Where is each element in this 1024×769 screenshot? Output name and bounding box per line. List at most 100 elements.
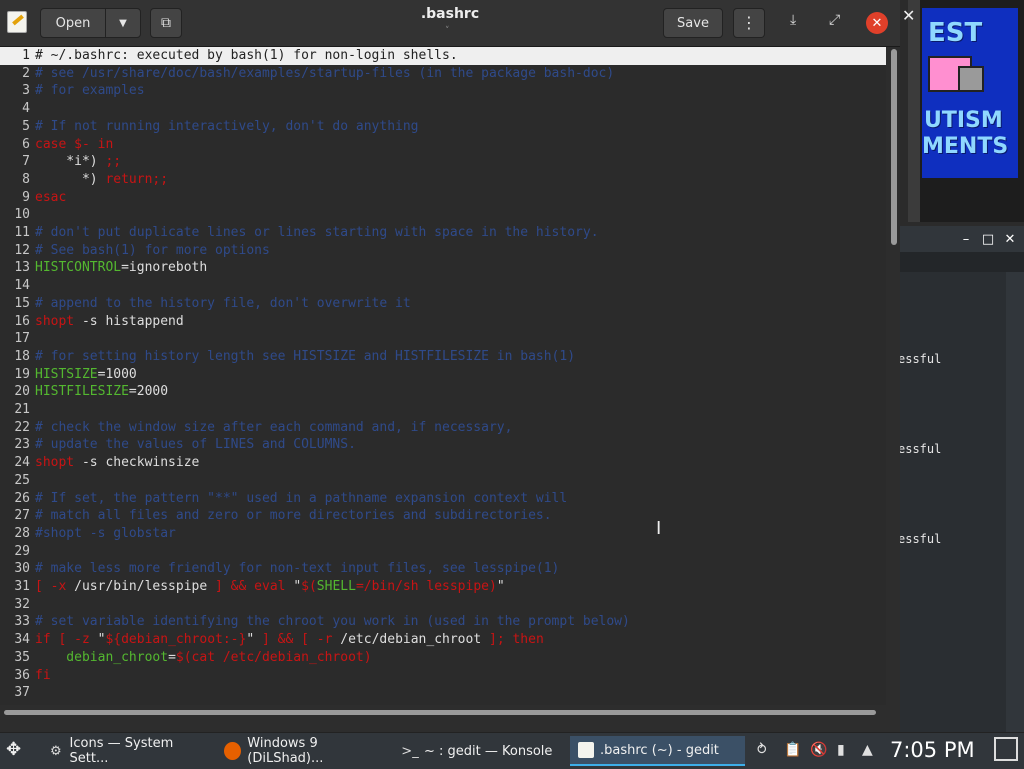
line-number: 13 bbox=[14, 260, 30, 276]
minimize-icon[interactable]: – bbox=[958, 232, 974, 247]
code-token: # match all files and zero or more direc… bbox=[35, 508, 552, 524]
code-line[interactable]: 16 shopt -s histappend bbox=[0, 313, 886, 331]
code-line[interactable]: 24 shopt -s checkwinsize bbox=[0, 454, 886, 472]
code-line[interactable]: 12 # See bash(1) for more options bbox=[0, 242, 886, 260]
open-button[interactable]: Open bbox=[40, 8, 106, 38]
code-line[interactable]: 22 # check the window size after each com… bbox=[0, 419, 886, 437]
line-number: 15 bbox=[14, 295, 30, 311]
code-line[interactable]: 9 esac bbox=[0, 189, 886, 207]
code-token: -s histappend bbox=[74, 313, 184, 329]
line-number: 37 bbox=[14, 685, 30, 701]
code-token: # check the window size after each comma… bbox=[35, 419, 513, 435]
scrollbar-thumb[interactable] bbox=[4, 710, 876, 715]
code-line[interactable]: 5 # If not running interactively, don't d… bbox=[0, 118, 886, 136]
code-line[interactable]: 19 HISTSIZE=1000 bbox=[0, 366, 886, 384]
close-button[interactable]: ✕ bbox=[866, 12, 888, 34]
line-number: 2 bbox=[22, 65, 30, 81]
clock[interactable]: 7:05 PM bbox=[890, 738, 975, 762]
line-number: 9 bbox=[22, 189, 30, 205]
firefox-icon bbox=[224, 742, 242, 760]
menu-button[interactable]: ⋮ bbox=[733, 8, 765, 38]
code-line[interactable]: 10 bbox=[0, 206, 886, 224]
code-line[interactable]: 34 if [ -z "${debian_chroot:-}" ] && [ -r… bbox=[0, 631, 886, 649]
code-line[interactable]: 36 fi bbox=[0, 667, 886, 685]
tray-expand-icon[interactable]: ▲ bbox=[862, 742, 873, 758]
code-token: [ -x bbox=[35, 579, 67, 594]
volume-muted-icon[interactable]: 🔇 bbox=[810, 742, 827, 758]
code-line[interactable]: 3 # for examples bbox=[0, 82, 886, 100]
code-line[interactable]: 28 #shopt -s globstar bbox=[0, 525, 886, 543]
clipboard-icon[interactable]: 📋 bbox=[784, 742, 801, 758]
keep-below-icon[interactable]: ⤓ bbox=[790, 12, 796, 28]
code-line[interactable]: 32 bbox=[0, 596, 886, 614]
code-line[interactable]: 6 case $- in bbox=[0, 136, 886, 154]
code-line[interactable]: 33 # set variable identifying the chroot … bbox=[0, 613, 886, 631]
window-title: .bashrc bbox=[420, 6, 480, 22]
code-line[interactable]: 25 bbox=[0, 472, 886, 490]
headerbar: Open ▼ ⧉ .bashrc ˅ Save ⋮ ⤓ ⤢ ✕ bbox=[0, 0, 900, 47]
code-line[interactable]: 37 bbox=[0, 684, 886, 702]
line-number: 4 bbox=[22, 101, 30, 117]
line-number: 18 bbox=[14, 348, 30, 364]
code-line[interactable]: 13 HISTCONTROL=ignoreboth bbox=[0, 259, 886, 277]
code-line[interactable]: 11 # don't put duplicate lines or lines s… bbox=[0, 224, 886, 242]
subtitle-dropdown-icon[interactable]: ˅ bbox=[445, 26, 450, 36]
code-line[interactable]: 20 HISTFILESIZE=2000 bbox=[0, 383, 886, 401]
code-line[interactable]: 2 # see /usr/share/doc/bash/examples/star… bbox=[0, 65, 886, 83]
line-number: 1 bbox=[22, 48, 30, 63]
konsole-window-background: – □ ✕ essful essful essful bbox=[898, 226, 1024, 732]
code-line[interactable]: 30 # make less more friendly for non-text… bbox=[0, 560, 886, 578]
code-line[interactable]: 14 bbox=[0, 277, 886, 295]
chevron-down-icon: ▼ bbox=[119, 17, 127, 29]
konsole-scrollbar[interactable] bbox=[1006, 272, 1024, 732]
code-token: ] && eval bbox=[215, 579, 294, 594]
code-line[interactable]: 18 # for setting history length see HISTS… bbox=[0, 348, 886, 366]
line-number: 33 bbox=[14, 614, 30, 630]
code-line[interactable]: 21 bbox=[0, 401, 886, 419]
scrollbar-thumb[interactable] bbox=[891, 49, 897, 245]
code-line[interactable]: 4 bbox=[0, 100, 886, 118]
code-line[interactable]: 26 # If set, the pattern "**" used in a p… bbox=[0, 490, 886, 508]
code-line[interactable]: 29 bbox=[0, 543, 886, 561]
code-token: $( bbox=[301, 579, 317, 594]
line-number: 24 bbox=[14, 455, 30, 471]
line-number: 7 bbox=[22, 154, 30, 170]
line-number: 34 bbox=[14, 632, 30, 648]
battery-icon[interactable]: ▮ bbox=[837, 742, 845, 758]
open-dropdown-button[interactable]: ▼ bbox=[105, 8, 141, 38]
save-button[interactable]: Save bbox=[663, 8, 723, 38]
show-desktop-icon[interactable] bbox=[994, 737, 1018, 761]
outer-close-icon[interactable]: ✕ bbox=[902, 6, 915, 25]
code-line[interactable]: 15 # append to the history file, don't ov… bbox=[0, 295, 886, 313]
code-line[interactable]: 7 *i*) ;; bbox=[0, 153, 886, 171]
text-editor[interactable]: 1 # ~/.bashrc: executed by bash(1) for no… bbox=[0, 47, 886, 705]
maximize-icon[interactable]: □ bbox=[980, 232, 996, 247]
code-line[interactable]: 1 # ~/.bashrc: executed by bash(1) for no… bbox=[0, 47, 886, 65]
task-label: ~ : gedit — Konsole bbox=[424, 743, 553, 759]
code-token: if [ -z bbox=[35, 632, 98, 648]
code-line[interactable]: 31[ -x /usr/bin/lesspipe ] && eval "$(SH… bbox=[0, 578, 886, 596]
maximize-icon[interactable]: ⤢ bbox=[829, 12, 840, 28]
network-icon[interactable]: ⥁ bbox=[757, 742, 767, 758]
code-token: SHELL bbox=[316, 579, 356, 594]
app-launcher-icon[interactable]: ✥ bbox=[6, 739, 21, 760]
code-line[interactable]: 17 bbox=[0, 330, 886, 348]
task-system-settings[interactable]: ⚙ Icons — System Sett... bbox=[40, 736, 212, 766]
code-token: =2000 bbox=[128, 384, 169, 400]
text-cursor-icon: I bbox=[656, 518, 662, 539]
konsole-content: essful essful essful bbox=[898, 272, 1006, 732]
terminal-icon: >_ bbox=[401, 743, 419, 759]
code-line[interactable]: 8 *) return;; bbox=[0, 171, 886, 189]
vertical-scrollbar[interactable] bbox=[888, 47, 900, 705]
new-tab-button[interactable]: ⧉ bbox=[150, 8, 182, 38]
task-gedit[interactable]: .bashrc (~) - gedit bbox=[570, 736, 745, 766]
code-line[interactable]: 23 # update the values of LINES and COLUM… bbox=[0, 436, 886, 454]
task-firefox[interactable]: Windows 9 (DiLShad)... bbox=[216, 736, 392, 766]
horizontal-scrollbar[interactable] bbox=[0, 706, 886, 718]
code-line[interactable]: 27 # match all files and zero or more dir… bbox=[0, 507, 886, 525]
task-konsole[interactable]: >_ ~ : gedit — Konsole bbox=[394, 736, 568, 766]
code-token: # make less more friendly for non-text i… bbox=[35, 561, 560, 577]
code-token: ] && [ -r bbox=[254, 632, 333, 648]
close-icon[interactable]: ✕ bbox=[1002, 232, 1018, 247]
code-line[interactable]: 35 debian_chroot=$(cat /etc/debian_chroo… bbox=[0, 649, 886, 667]
